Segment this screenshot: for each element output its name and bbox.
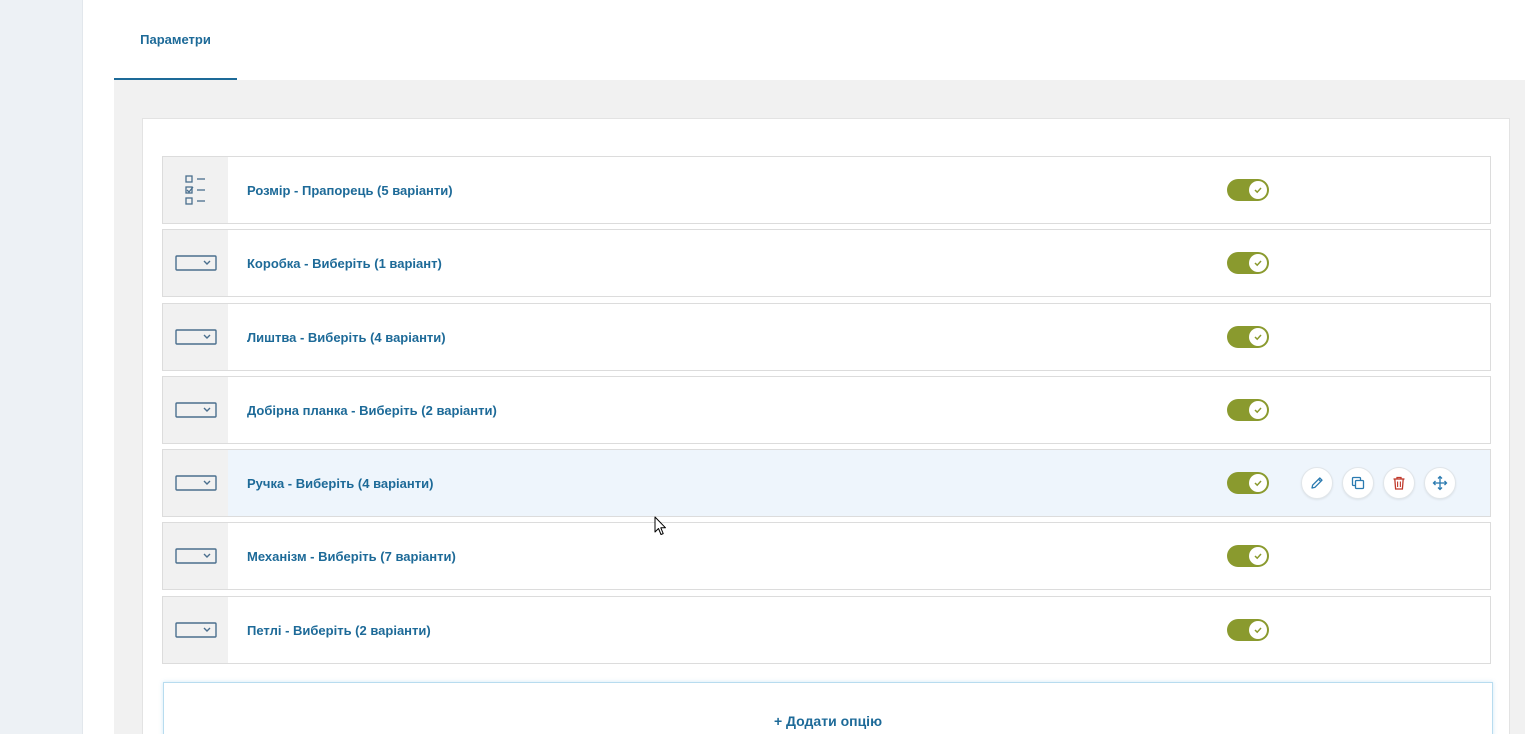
trash-icon xyxy=(1393,476,1405,490)
option-label: Коробка - Виберіть (1 варіант) xyxy=(247,255,442,271)
select-dropdown-icon xyxy=(174,255,217,271)
toggle-knob xyxy=(1249,621,1267,639)
tab-parameters[interactable]: Параметри xyxy=(114,0,237,80)
tab-bar: Параметри xyxy=(114,0,1525,80)
mouse-cursor-icon xyxy=(654,516,666,535)
add-option-button[interactable]: + Додати опцію xyxy=(163,682,1493,734)
option-type-cell xyxy=(163,597,228,663)
toggle-knob xyxy=(1249,401,1267,419)
left-sidebar xyxy=(0,0,83,734)
check-icon xyxy=(1254,553,1262,560)
option-label: Лиштва - Виберіть (4 варіанти) xyxy=(247,329,446,345)
option-type-cell xyxy=(163,377,228,443)
option-row-mechanism[interactable]: Механізм - Виберіть (7 варіанти) xyxy=(162,522,1491,590)
select-dropdown-icon xyxy=(174,329,217,345)
toggle-knob xyxy=(1249,181,1267,199)
option-type-cell xyxy=(163,450,228,516)
select-dropdown-icon xyxy=(174,402,217,418)
option-label: Розмір - Прапорець (5 варіанти) xyxy=(247,182,453,198)
copy-icon xyxy=(1351,476,1365,490)
options-card: Розмір - Прапорець (5 варіанти) Коробка … xyxy=(142,118,1510,734)
check-icon xyxy=(1254,627,1262,634)
option-row-handle[interactable]: Ручка - Виберіть (4 варіанти) xyxy=(162,449,1491,517)
copy-button[interactable] xyxy=(1342,467,1374,499)
edit-button[interactable] xyxy=(1301,467,1333,499)
check-icon xyxy=(1254,187,1262,194)
enabled-toggle[interactable] xyxy=(1227,472,1269,494)
option-row-box[interactable]: Коробка - Виберіть (1 варіант) xyxy=(162,229,1491,297)
option-row-size[interactable]: Розмір - Прапорець (5 варіанти) xyxy=(162,156,1491,224)
option-label: Добірна планка - Виберіть (2 варіанти) xyxy=(247,402,497,418)
row-actions xyxy=(1301,467,1456,499)
check-icon xyxy=(1254,260,1262,267)
tab-panel: Розмір - Прапорець (5 варіанти) Коробка … xyxy=(114,80,1525,734)
select-dropdown-icon xyxy=(174,475,217,491)
toggle-knob xyxy=(1249,254,1267,272)
option-label: Механізм - Виберіть (7 варіанти) xyxy=(247,548,456,564)
option-type-cell xyxy=(163,230,228,296)
option-label: Ручка - Виберіть (4 варіанти) xyxy=(247,475,434,491)
enabled-toggle[interactable] xyxy=(1227,619,1269,641)
option-row-trim[interactable]: Лиштва - Виберіть (4 варіанти) xyxy=(162,303,1491,371)
enabled-toggle[interactable] xyxy=(1227,252,1269,274)
option-type-cell xyxy=(163,304,228,370)
move-icon xyxy=(1432,475,1448,491)
edit-icon xyxy=(1311,477,1323,489)
option-type-cell xyxy=(163,157,228,223)
delete-button[interactable] xyxy=(1383,467,1415,499)
select-dropdown-icon xyxy=(174,622,217,638)
enabled-toggle[interactable] xyxy=(1227,326,1269,348)
toggle-knob xyxy=(1249,474,1267,492)
enabled-toggle[interactable] xyxy=(1227,179,1269,201)
option-row-extension-plank[interactable]: Добірна планка - Виберіть (2 варіанти) xyxy=(162,376,1491,444)
toggle-knob xyxy=(1249,547,1267,565)
check-icon xyxy=(1254,480,1262,487)
toggle-knob xyxy=(1249,328,1267,346)
enabled-toggle[interactable] xyxy=(1227,545,1269,567)
move-button[interactable] xyxy=(1424,467,1456,499)
checklist-icon xyxy=(184,175,205,205)
option-label: Петлі - Виберіть (2 варіанти) xyxy=(247,622,431,638)
select-dropdown-icon xyxy=(174,548,217,564)
enabled-toggle[interactable] xyxy=(1227,399,1269,421)
check-icon xyxy=(1254,407,1262,414)
option-type-cell xyxy=(163,523,228,589)
option-row-hinges[interactable]: Петлі - Виберіть (2 варіанти) xyxy=(162,596,1491,664)
check-icon xyxy=(1254,334,1262,341)
main-content: Параметри Розмір - Прапорець (5 варіанти… xyxy=(84,0,1525,734)
